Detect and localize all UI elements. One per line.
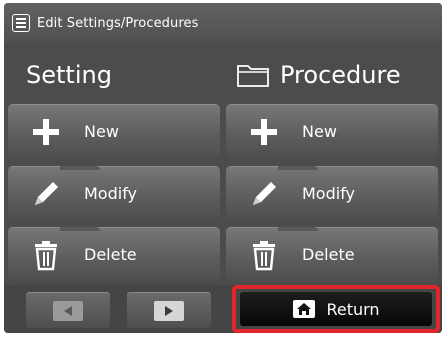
- pencil-icon: [244, 174, 284, 214]
- trash-icon: [244, 235, 284, 275]
- triangle-right-icon: [154, 300, 184, 321]
- home-icon: [293, 300, 316, 318]
- return-label: Return: [326, 299, 380, 319]
- window-title: Edit Settings/Procedures: [37, 15, 199, 31]
- setting-delete-label: Delete: [84, 245, 137, 264]
- procedure-delete-button[interactable]: Delete: [226, 227, 438, 281]
- setting-new-label: New: [84, 122, 119, 141]
- setting-modify-label: Modify: [84, 184, 138, 203]
- pencil-icon: [26, 174, 66, 214]
- plus-icon: [244, 112, 284, 152]
- folder-icon: [237, 65, 269, 87]
- procedure-modify-button[interactable]: Modify: [226, 166, 438, 220]
- trash-icon: [26, 235, 66, 275]
- plus-icon: [26, 112, 66, 152]
- procedure-new-label: New: [302, 122, 337, 141]
- list-icon: [12, 14, 30, 32]
- return-button[interactable]: Return: [240, 292, 432, 326]
- setting-modify-button[interactable]: Modify: [8, 166, 220, 220]
- procedure-header: Procedure: [236, 49, 401, 101]
- procedure-new-button[interactable]: New: [226, 104, 438, 158]
- triangle-left-icon: [53, 300, 83, 321]
- next-page-button[interactable]: [127, 292, 211, 328]
- edit-settings-screen: Edit Settings/Procedures Setting Procedu…: [4, 3, 442, 333]
- setting-new-button[interactable]: New: [8, 104, 220, 158]
- setting-delete-button[interactable]: Delete: [8, 227, 220, 281]
- procedure-header-label: Procedure: [280, 61, 401, 89]
- procedure-modify-label: Modify: [302, 184, 356, 203]
- setting-header-label: Setting: [26, 61, 112, 89]
- procedure-delete-label: Delete: [302, 245, 355, 264]
- title-bar: Edit Settings/Procedures: [4, 3, 442, 43]
- setting-header: Setting: [26, 49, 112, 101]
- previous-page-button[interactable]: [26, 292, 110, 328]
